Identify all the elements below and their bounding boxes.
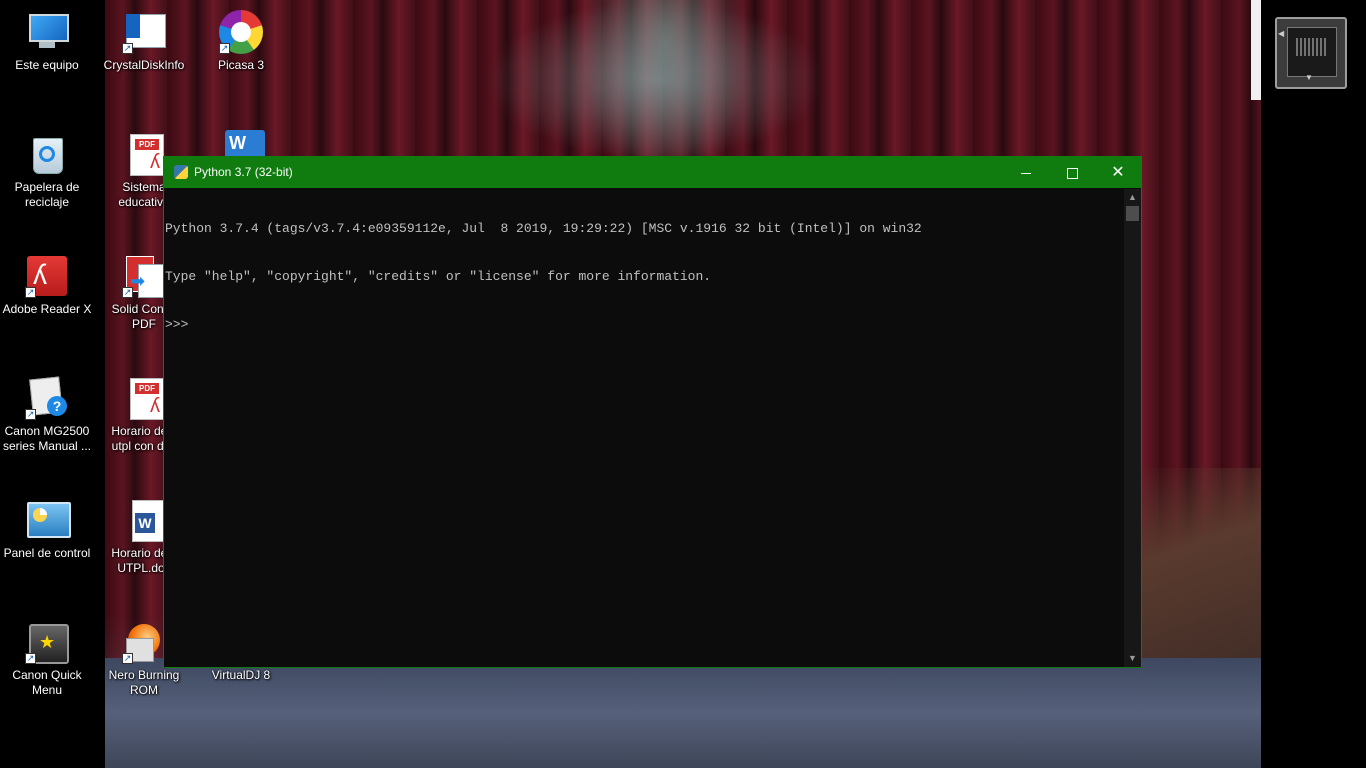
console-line: Type "help", "copyright", "credits" or "… xyxy=(165,269,712,284)
desktop-right-strip xyxy=(1251,0,1366,768)
white-bar xyxy=(1251,0,1261,100)
desktop-icon-label: Panel de control xyxy=(3,546,91,560)
desktop-icon-label: Este equipo xyxy=(15,58,79,72)
desktop-icon-crystaldiskinfo[interactable]: ↗ CrystalDiskInfo xyxy=(97,10,191,73)
scroll-down-icon[interactable]: ▼ xyxy=(1124,650,1141,667)
python-icon xyxy=(174,165,188,179)
recycle-bin-icon xyxy=(25,132,69,176)
scroll-up-icon[interactable]: ▲ xyxy=(1124,189,1141,206)
console-prompt[interactable]: >>> xyxy=(165,317,1123,333)
minimize-icon xyxy=(1021,172,1031,174)
desktop-icon-panel-control[interactable]: Panel de control xyxy=(0,498,94,561)
close-button[interactable]: ✕ xyxy=(1095,157,1141,188)
chevron-left-icon: ◀ xyxy=(1278,29,1285,38)
wallpaper-fog xyxy=(485,0,825,160)
canon-manual-icon: ? ↗ xyxy=(25,376,69,420)
console-output[interactable]: Python 3.7.4 (tags/v3.7.4:e09359112e, Ju… xyxy=(165,189,1123,667)
desktop-icon-picasa[interactable]: ↗ Picasa 3 xyxy=(194,10,288,73)
desktop-icon-canon-manual[interactable]: ? ↗ Canon MG2500 series Manual ... xyxy=(0,376,94,454)
picasa-icon: ↗ xyxy=(219,10,263,54)
desktop-icon-label: Canon MG2500 series Manual ... xyxy=(2,424,92,453)
desktop-icon-label: Papelera de reciclaje xyxy=(14,180,80,209)
pdf-document-icon: PDF ʎ xyxy=(122,376,166,420)
computer-icon xyxy=(25,10,69,54)
desktop-icon-label: Picasa 3 xyxy=(217,58,265,72)
crystaldiskinfo-icon: ↗ xyxy=(122,10,166,54)
widget-panel xyxy=(1287,27,1337,77)
desktop-icon-virtualdj[interactable]: VirtualDJ 8 xyxy=(194,668,288,683)
scroll-thumb[interactable] xyxy=(1126,206,1139,221)
desktop-icon-label: Adobe Reader X xyxy=(2,302,92,316)
pdf-document-icon: PDF ʎ xyxy=(122,132,166,176)
solid-converter-icon: ➡ ↗ xyxy=(122,254,166,298)
python-console-window[interactable]: Python 3.7 (32-bit) ✕ Python 3.7.4 (tags… xyxy=(163,156,1142,668)
desktop-icon-este-equipo[interactable]: Este equipo xyxy=(0,10,94,73)
window-title: Python 3.7 (32-bit) xyxy=(194,165,293,179)
control-panel-icon xyxy=(25,498,71,542)
word-document-icon: W xyxy=(122,498,166,542)
desktop-icon-adobe-reader[interactable]: ʎ ↗ Adobe Reader X xyxy=(0,254,94,317)
nero-icon: ↗ xyxy=(122,620,166,664)
window-titlebar[interactable]: Python 3.7 (32-bit) ✕ xyxy=(164,157,1141,188)
console-line: Python 3.7.4 (tags/v3.7.4:e09359112e, Ju… xyxy=(165,221,922,236)
desktop-icon-label: Canon Quick Menu xyxy=(12,668,82,697)
canon-quick-menu-icon: ★ ↗ xyxy=(25,620,69,664)
close-icon: ✕ xyxy=(1111,164,1125,181)
desktop-icon-label: VirtualDJ 8 xyxy=(211,668,271,682)
minimize-button[interactable] xyxy=(1003,157,1049,188)
keyboard-icon xyxy=(1296,38,1326,56)
desktop-icon-label: Nero Burning ROM xyxy=(108,668,180,697)
desktop-icon-canon-quick-menu[interactable]: ★ ↗ Canon Quick Menu xyxy=(0,620,94,698)
desktop-icon-label: CrystalDiskInfo xyxy=(103,58,185,72)
desktop-icon-papelera[interactable]: Papelera de reciclaje xyxy=(0,132,94,210)
maximize-button[interactable] xyxy=(1049,157,1095,188)
chevron-down-icon: ▼ xyxy=(1305,73,1313,82)
adobe-reader-icon: ʎ ↗ xyxy=(25,254,69,298)
vertical-scrollbar[interactable]: ▲ ▼ xyxy=(1124,189,1141,667)
maximize-icon xyxy=(1066,167,1078,179)
floating-keyboard-widget[interactable]: ◀ ▼ xyxy=(1275,17,1347,89)
